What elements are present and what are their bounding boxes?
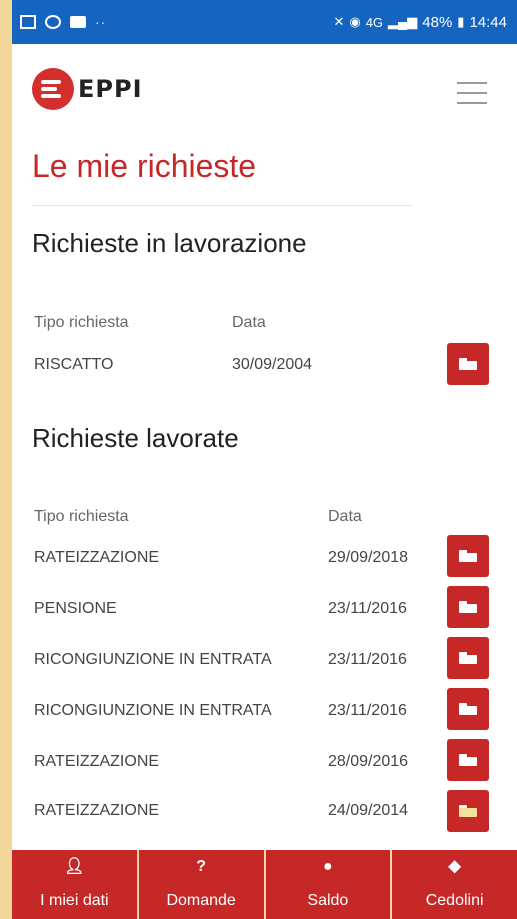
page-title: Le mie richieste: [32, 148, 257, 184]
column-header-date: Data: [328, 508, 362, 525]
app-header: EPPI: [12, 44, 517, 144]
logo-text: EPPI: [78, 75, 143, 103]
column-header-type: Tipo richiesta: [34, 314, 129, 331]
request-date: 29/09/2018: [328, 549, 409, 566]
open-request-button[interactable]: [447, 688, 489, 730]
clock: 14:44: [469, 13, 507, 31]
request-date: 23/11/2016: [328, 702, 407, 719]
request-type: RATEIZZAZIONE: [34, 549, 160, 566]
more-dots-icon: ··: [95, 14, 107, 30]
bottom-tab-bar: 👤︎ I miei dati ? Domande ● Saldo ◆ Cedol…: [12, 850, 517, 919]
tab-label: Cedolini: [425, 892, 484, 909]
status-right: ✕ ◉ 4G ▂▄▆ 48% ▮ 14:44: [333, 14, 507, 31]
tab-label: Domande: [166, 892, 236, 909]
tab-label: I miei dati: [40, 892, 109, 909]
message-icon: [70, 16, 86, 28]
request-type: RATEIZZAZIONE: [34, 753, 160, 770]
folder-open-icon: [459, 754, 477, 766]
tab-requests[interactable]: ? Domande: [138, 850, 266, 919]
folder-open-icon: [459, 358, 477, 370]
mute-icon: ✕: [333, 14, 345, 29]
open-request-button[interactable]: [447, 739, 489, 781]
section-title-in-progress: Richieste in lavorazione: [32, 228, 307, 258]
map-marker-icon: ●: [323, 858, 333, 875]
request-date: 28/09/2016: [328, 753, 409, 770]
folder-open-icon: [459, 601, 477, 613]
folder-open-icon: [459, 805, 477, 817]
hamburger-icon[interactable]: [457, 82, 487, 104]
network-type: 4G: [365, 14, 384, 30]
logo[interactable]: EPPI: [32, 68, 143, 110]
circle-icon: [45, 15, 61, 29]
piggy-bank-icon: ◆: [448, 858, 461, 875]
phone-screen: ·· ✕ ◉ 4G ▂▄▆ 48% ▮ 14:44 EPPI Le mie ri…: [12, 0, 517, 919]
request-type: RATEIZZAZIONE: [34, 802, 160, 819]
image-icon: [20, 15, 36, 29]
request-date: 30/09/2004: [232, 356, 313, 373]
folder-open-icon: [459, 550, 477, 562]
request-type: RICONGIUNZIONE IN ENTRATA: [34, 651, 272, 668]
status-bar: ·· ✕ ◉ 4G ▂▄▆ 48% ▮ 14:44: [12, 0, 517, 44]
tab-balance[interactable]: ● Saldo: [265, 850, 393, 919]
request-date: 24/09/2014: [328, 802, 409, 819]
battery-icon: ▮: [457, 14, 465, 29]
folder-open-icon: [459, 703, 477, 715]
open-request-button[interactable]: [447, 790, 489, 832]
column-header-date: Data: [232, 314, 266, 331]
request-type: RICONGIUNZIONE IN ENTRATA: [34, 702, 272, 719]
request-date: 23/11/2016: [328, 600, 407, 617]
open-request-button[interactable]: [447, 586, 489, 628]
tab-label: Saldo: [307, 892, 349, 909]
folder-open-icon: [459, 652, 477, 664]
divider: [32, 205, 412, 206]
eppi-logo-icon: [32, 68, 74, 110]
request-type: RISCATTO: [34, 356, 114, 373]
open-request-button[interactable]: [447, 535, 489, 577]
request-type: PENSIONE: [34, 600, 117, 617]
open-request-button[interactable]: [447, 637, 489, 679]
signal-icon: ▂▄▆: [388, 14, 418, 29]
open-request-button[interactable]: [447, 343, 489, 385]
alarm-icon: ◉: [349, 14, 361, 29]
status-left-icons: ··: [20, 14, 106, 30]
column-header-type: Tipo richiesta: [34, 508, 129, 525]
question-icon: ?: [196, 858, 207, 875]
user-icon: 👤︎: [64, 858, 85, 875]
battery-percent: 48%: [422, 13, 453, 31]
request-date: 23/11/2016: [328, 651, 407, 668]
tab-my-data[interactable]: 👤︎ I miei dati: [12, 850, 139, 919]
tab-payslips[interactable]: ◆ Cedolini: [392, 850, 517, 919]
section-title-completed: Richieste lavorate: [32, 423, 239, 453]
